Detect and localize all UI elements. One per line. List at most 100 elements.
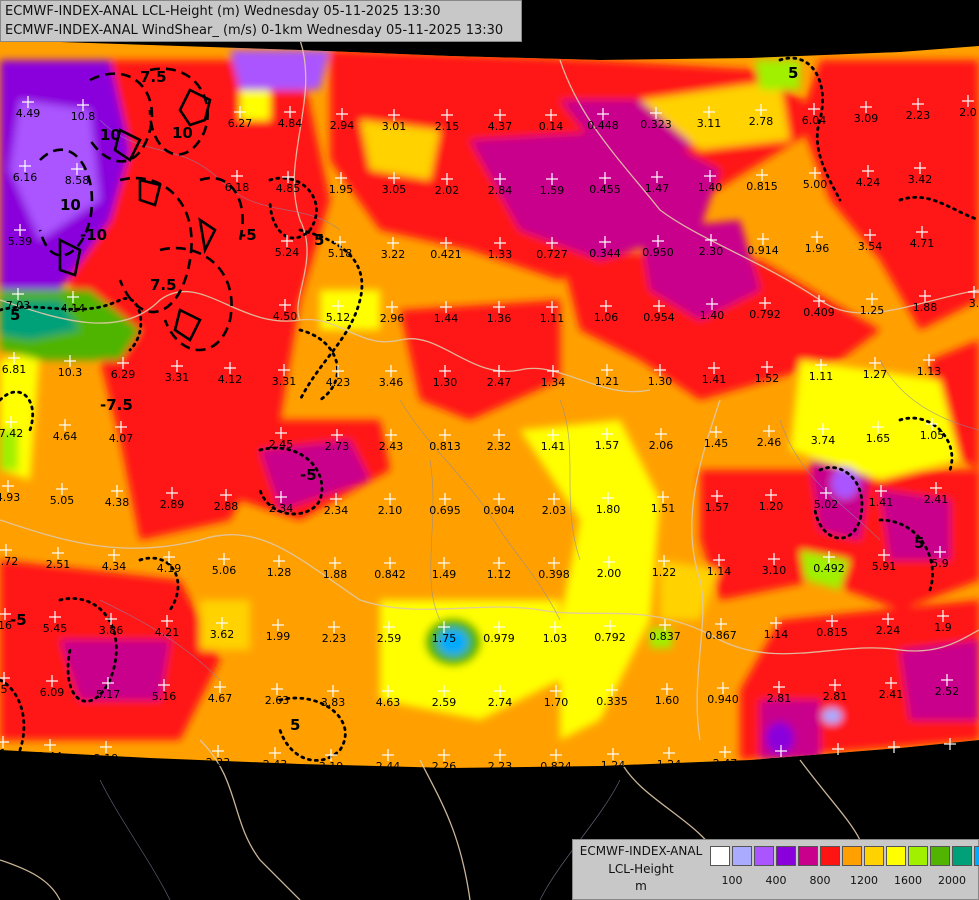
title-line-windshear: ECMWF-INDEX-ANAL WindShear_ (m/s) 0-1km … [5,23,504,38]
grid-value-label: 1.05 [920,429,945,442]
color-legend: ECMWF-INDEX-ANAL LCL-Height m 100 400 800 1… [572,839,979,900]
grid-value-label: 2.02 [435,184,460,197]
svg-text:5: 5 [290,716,300,734]
grid-value-label: 3.05 [382,183,407,196]
grid-value-label: 3.31 [272,375,297,388]
legend-swatches [710,846,979,866]
map-title-box: ECMWF-INDEX-ANAL LCL-Height (m) Wednesda… [0,0,522,42]
weather-map: 10 10 10 7.5 7.5 5 5 5 5 5 -5 -5 -5 -7.5… [0,0,979,900]
grid-value-label: 6.18 [225,181,250,194]
grid-value-label: 4.85 [276,182,301,195]
grid-value-label: 1.24 [657,758,682,771]
grid-value-label: 3.09 [854,112,879,125]
svg-text:10: 10 [60,196,81,214]
grid-value-label: 2.96 [380,312,405,325]
grid-value-label: 3.22 [381,248,406,261]
grid-value-label: 0.14 [539,120,564,133]
grid-value-label: 1 [0,747,7,760]
grid-value-label: 5.05 [50,494,75,507]
grid-value-label: 2.23 [322,632,347,645]
grid-value-label: 2.47 [487,376,512,389]
grid-value-label: 0.727 [536,248,568,261]
grid-value-label: 1.21 [595,375,620,388]
grid-value-label: 8.58 [65,174,90,187]
grid-value-label: 3.13 [938,749,963,762]
grid-value-label: 2.43 [263,758,288,771]
grid-value-label: 5.00 [803,178,828,191]
grid-value-label: 2.81 [823,690,848,703]
grid-value-label: 4.23 [326,376,351,389]
grid-value-label: 1.24 [601,759,626,772]
svg-text:10: 10 [100,126,121,144]
grid-value-label: 1.41 [869,496,894,509]
grid-value-label: 1.47 [645,182,670,195]
legend-tick-label: 100 [721,874,743,887]
grid-value-label: 2.06 [649,439,674,452]
grid-value-label: 1.12 [487,568,512,581]
legend-swatch [732,846,752,866]
svg-text:10: 10 [172,124,193,142]
grid-value-label: 2.52 [935,685,960,698]
grid-value-label: 4.14 [61,302,86,315]
grid-value-label: 3.54 [858,240,883,253]
grid-value-label: 2.32 [487,440,512,453]
grid-value-label: 1.9 [934,621,952,634]
grid-value-label: 3.62 [210,628,235,641]
grid-value-label: 2.23 [206,756,231,769]
grid-value-label: 1.03 [543,632,568,645]
grid-value-label: 1.30 [648,375,673,388]
grid-value-label: 0.448 [587,119,619,132]
grid-value-label: 0.815 [816,626,848,639]
grid-value-label: 1.20 [759,500,784,513]
grid-value-label: 4.49 [16,107,41,120]
grid-value-label: 1.70 [544,696,569,709]
grid-value-label: 0.954 [643,311,675,324]
legend-swatch [798,846,818,866]
legend-swatch [974,846,979,866]
legend-tick-label: 800 [809,874,831,887]
grid-value-label: 0.492 [813,562,845,575]
grid-value-label: 1.30 [433,376,458,389]
grid-value-label: 0.813 [429,440,461,453]
svg-text:5: 5 [314,231,324,249]
grid-value-label: 1.90 [882,752,907,765]
grid-value-label: 4.07 [109,432,134,445]
grid-value-label: 4.50 [273,310,298,323]
grid-value-label: 1.40 [698,181,723,194]
grid-value-label: 0.792 [749,308,781,321]
grid-value-label: 1.57 [705,501,730,514]
grid-value-label: 2.26 [432,760,457,773]
svg-text:5: 5 [788,64,798,82]
grid-value-label: 2.34 [269,502,294,515]
grid-value-label: 4.93 [0,491,20,504]
grid-value-label: 2.51 [46,558,71,571]
grid-value-label: 1.40 [700,309,725,322]
legend-swatch [842,846,862,866]
grid-value-label: 2.23 [906,109,931,122]
grid-value-label: 3.31 [165,371,190,384]
grid-value-label: 2.72 [0,555,18,568]
grid-value-label: 1.06 [594,311,619,324]
grid-value-label: 2.44 [38,750,63,763]
grid-value-label: 1.65 [866,432,891,445]
grid-value-label: 0.950 [642,246,674,259]
grid-value-label: 3.46 [379,376,404,389]
grid-value-label: 7.42 [0,427,23,440]
grid-value-label: 6.29 [111,368,136,381]
grid-value-label: 6.81 [2,363,27,376]
grid-value-label: 0.979 [483,632,515,645]
grid-value-label: 2.44 [376,760,401,773]
legend-swatch [952,846,972,866]
grid-value-label: 0.867 [705,629,737,642]
grid-value-label: 4.71 [910,237,935,250]
grid-value-label: 5.39 [8,235,33,248]
grid-value-label: 7.03 [6,299,31,312]
grid-value-label: 0.940 [707,693,739,706]
grid-value-label: 2.15 [435,120,460,133]
grid-value-label: 16 [0,619,12,632]
svg-text:-10: -10 [80,226,107,244]
grid-value-label: 2.65 [769,756,794,769]
grid-value-label: 5.12 [326,311,351,324]
grid-value-label: 2.10 [378,504,403,517]
grid-value-label: 2.89 [160,498,185,511]
